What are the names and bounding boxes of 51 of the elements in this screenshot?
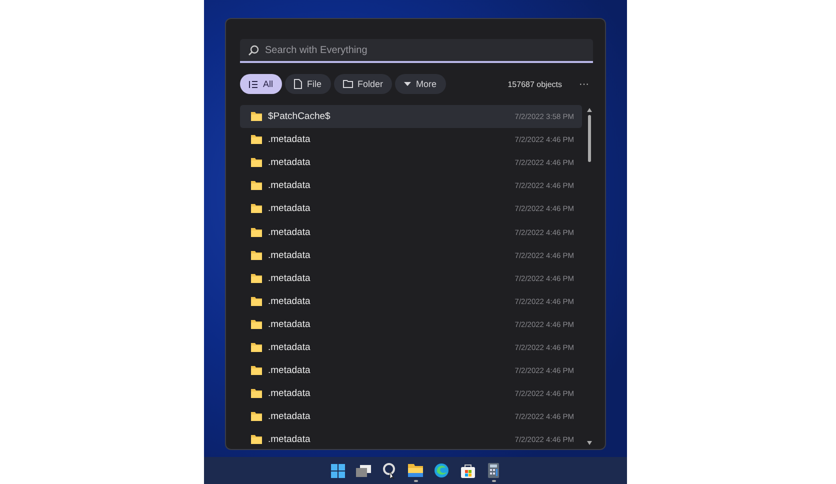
folder-icon[interactable] [408,464,423,477]
file-name: .metadata [268,296,312,307]
file-name: .metadata [268,203,312,214]
file-name: .metadata [268,226,312,238]
folder-icon [251,228,262,237]
file-name: .metadata [268,157,312,168]
scroll-up-icon [586,108,592,112]
folder-icon [251,181,262,190]
file-name: .metadata [268,250,312,261]
folder-icon [251,112,262,122]
folder-icon [251,204,262,214]
folder-icon [342,80,353,88]
caret-icon [404,82,412,86]
search-field[interactable]: Search with Everything [240,39,593,63]
folder-icon [251,320,262,329]
object-count: 157687 objects [508,80,562,88]
file-name: .metadata [268,318,312,330]
filter-tab[interactable]: More [395,74,446,94]
task-view-icon[interactable] [356,464,371,476]
file-name: .metadata [268,388,312,400]
folder-icon [251,412,262,422]
folder-icon [251,158,262,168]
file-name: .metadata [268,342,312,353]
file-name: .metadata [268,411,312,422]
folder-icon [251,366,262,376]
filter-tab[interactable]: All [240,74,282,94]
folder-icon [251,135,262,144]
folder-icon [251,274,262,283]
browser-icon[interactable] [434,463,449,478]
folder-icon [251,296,262,306]
file-name: .metadata [268,272,312,284]
file-name: .metadata [268,434,312,446]
file-name: .metadata [268,180,312,192]
list-icon [249,80,258,88]
folder-icon [251,250,262,260]
filter-tab[interactable]: File [285,74,331,94]
scroll-down-icon [586,441,592,445]
folder-icon [251,342,262,352]
file-name: .metadata [268,134,312,146]
folder-icon [251,389,262,398]
windows-logo-icon[interactable] [330,464,344,478]
file-icon [294,79,302,89]
folder-icon [251,435,262,444]
file-name: .metadata [268,365,312,376]
search-icon[interactable] [382,462,398,479]
calculator-icon[interactable] [488,463,499,478]
store-bag-icon[interactable] [460,464,474,478]
filter-tab[interactable]: Folder [334,74,392,94]
file-name: $PatchCache$ [268,111,332,122]
more-options-button[interactable]: ··· [575,78,593,90]
scrollbar-thumb[interactable] [588,115,590,162]
